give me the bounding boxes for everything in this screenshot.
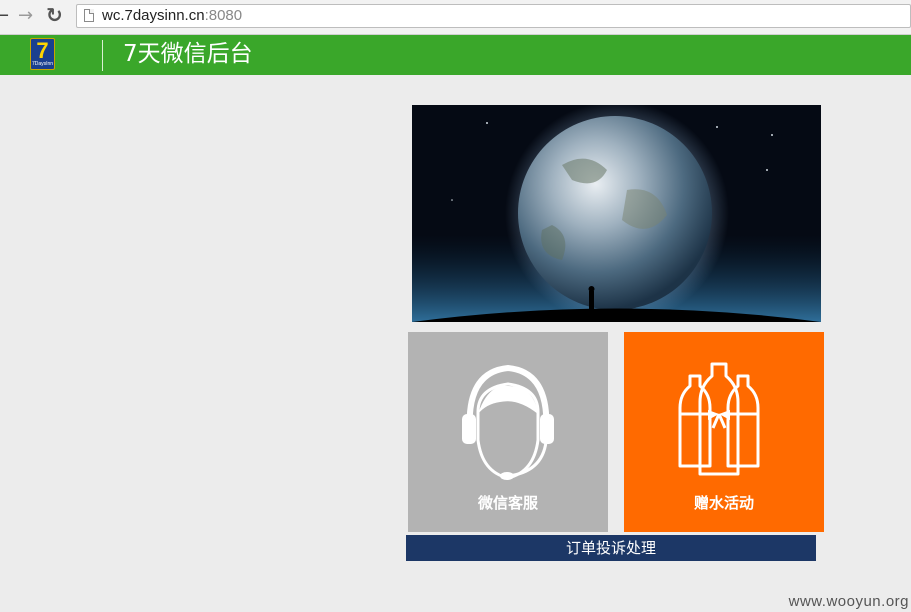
order-complaint-button[interactable]: 订单投诉处理 xyxy=(406,535,816,561)
forward-arrow-icon[interactable]: → xyxy=(18,6,33,26)
url-text: wc.7daysinn.cn:8080 xyxy=(102,7,242,24)
url-host: wc.7daysinn.cn xyxy=(102,7,205,24)
header-divider xyxy=(102,40,103,71)
back-arrow-icon[interactable]: ← xyxy=(0,6,9,26)
free-water-tile[interactable]: 赠水活动 xyxy=(624,332,824,532)
earth-illustration xyxy=(412,105,821,322)
page-icon xyxy=(84,9,94,22)
watermark-text: www.wooyun.org xyxy=(788,593,909,610)
logo-text: 7DaysInn xyxy=(31,61,54,67)
reload-icon[interactable]: ↻ xyxy=(46,5,63,25)
free-water-label: 赠水活动 xyxy=(693,494,754,512)
headset-person-icon xyxy=(462,364,554,480)
wechat-service-label: 微信客服 xyxy=(477,494,538,512)
page-title: 7天微信后台 xyxy=(123,41,253,67)
water-bottles-icon xyxy=(678,362,760,476)
browser-toolbar: ← → ↻ wc.7daysinn.cn:8080 xyxy=(0,0,911,35)
7days-logo: 7 7DaysInn xyxy=(30,38,55,70)
logo-number: 7 xyxy=(36,38,49,63)
app-header: 7 7DaysInn 7天微信后台 xyxy=(0,35,911,75)
url-port: :8080 xyxy=(204,7,243,24)
address-bar[interactable]: wc.7daysinn.cn:8080 xyxy=(76,4,911,28)
wechat-service-tile[interactable]: 微信客服 xyxy=(408,332,608,532)
earth-banner-image xyxy=(412,105,821,322)
